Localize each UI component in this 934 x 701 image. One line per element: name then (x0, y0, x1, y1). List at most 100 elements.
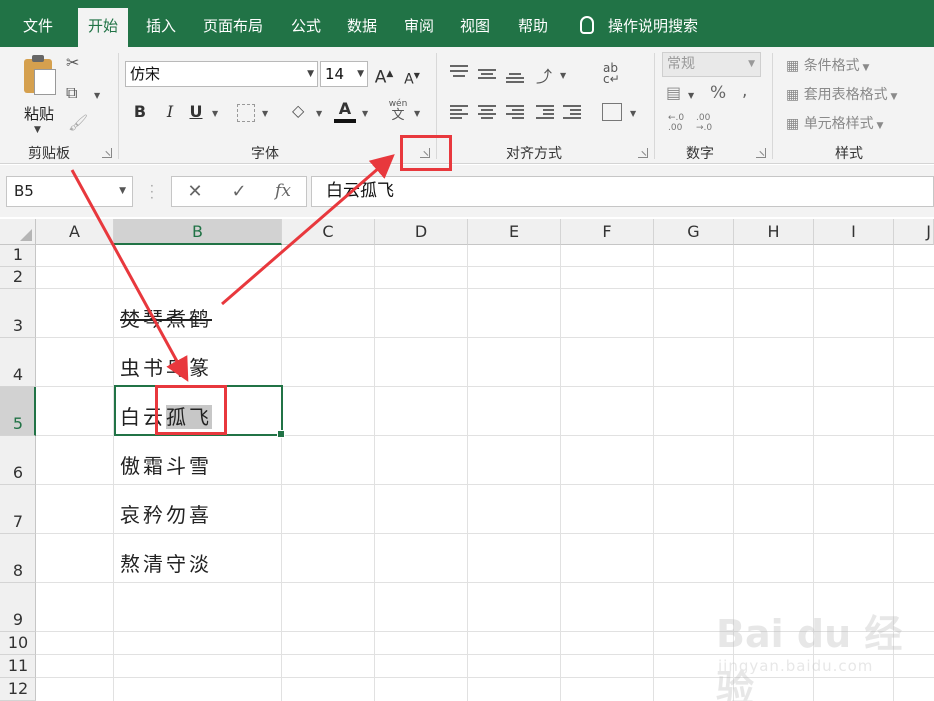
menu-bar: 文件 开始 插入 页面布局 公式 数据 审阅 视图 帮助 操作说明搜索 (0, 0, 934, 47)
row-header-10[interactable]: 10 (0, 632, 36, 655)
paste-button[interactable]: 粘贴 ▼ (14, 55, 64, 135)
row-header-7[interactable]: 7 (0, 485, 36, 534)
tab-page-layout[interactable]: 页面布局 (193, 0, 273, 47)
cell-b3[interactable]: 焚琴煮鹤 (120, 303, 212, 332)
chevron-down-icon[interactable]: ▼ (362, 109, 368, 118)
fill-color-icon[interactable]: ◇ (292, 101, 304, 120)
cut-icon[interactable]: ✂ (66, 53, 79, 72)
border-icon[interactable] (237, 104, 255, 122)
align-top-icon[interactable] (450, 65, 468, 79)
chevron-down-icon[interactable]: ▼ (94, 91, 100, 100)
insert-function-icon[interactable]: fx (268, 177, 298, 206)
wrap-text-icon[interactable]: ab c↵ (603, 62, 620, 85)
column-header-g[interactable]: G (654, 219, 734, 245)
cell-b8[interactable]: 熬清守淡 (120, 548, 212, 577)
cell-styles-button[interactable]: ▦ 单元格样式 ▼ (786, 113, 883, 133)
tell-me-search[interactable]: 操作说明搜索 (580, 0, 698, 47)
baidu-jingyan-watermark: Bai du 经验 jingyan.baidu.com (716, 612, 903, 701)
chevron-down-icon[interactable]: ▼ (560, 71, 566, 80)
font-size-combo[interactable]: 14 ▼ (320, 61, 368, 87)
column-header-h[interactable]: H (734, 219, 814, 245)
chevron-down-icon[interactable]: ▼ (357, 62, 364, 86)
row-header-3[interactable]: 3 (0, 289, 36, 338)
chevron-down-icon[interactable]: ▼ (748, 53, 755, 75)
row-header-11[interactable]: 11 (0, 655, 36, 678)
tab-formulas[interactable]: 公式 (281, 0, 331, 47)
column-header-f[interactable]: F (561, 219, 654, 245)
bold-button[interactable]: B (130, 100, 150, 124)
align-bottom-icon[interactable] (506, 69, 524, 83)
cell-style-icon: ▦ (786, 116, 804, 132)
row-header-2[interactable]: 2 (0, 267, 36, 289)
row-header-12[interactable]: 12 (0, 678, 36, 701)
increase-font-button[interactable]: A▲ (374, 62, 394, 88)
font-color-button[interactable]: A (334, 97, 356, 123)
format-as-table-button[interactable]: ▦ 套用表格格式 ▼ (786, 84, 897, 104)
decrease-indent-icon[interactable] (536, 105, 554, 119)
dialog-launcher-icon[interactable] (638, 148, 648, 158)
cell-b6[interactable]: 傲霜斗雪 (120, 450, 212, 479)
merge-center-icon[interactable] (602, 103, 622, 121)
comma-button[interactable]: , (742, 81, 747, 101)
row-header-1[interactable]: 1 (0, 245, 36, 267)
chevron-down-icon[interactable]: ▼ (688, 91, 694, 100)
increase-decimal-icon[interactable]: ←.0.00 (668, 113, 684, 133)
lightbulb-icon (580, 16, 594, 34)
chevron-down-icon[interactable]: ▼ (414, 109, 420, 118)
percent-button[interactable]: % (710, 83, 726, 103)
spreadsheet-grid: A B C D E F G H I J 1 2 3 4 5 6 7 8 9 10… (0, 219, 934, 701)
column-header-c[interactable]: C (282, 219, 375, 245)
select-all-button[interactable] (0, 219, 36, 245)
align-left-icon[interactable] (450, 105, 468, 119)
chevron-down-icon[interactable]: ▼ (212, 109, 218, 118)
row-header-9[interactable]: 9 (0, 583, 36, 632)
dialog-launcher-icon[interactable] (102, 148, 112, 158)
increase-indent-icon[interactable] (563, 105, 581, 119)
row-header-8[interactable]: 8 (0, 534, 36, 583)
column-header-a[interactable]: A (36, 219, 114, 245)
tab-insert[interactable]: 插入 (136, 0, 186, 47)
tab-review[interactable]: 审阅 (394, 0, 444, 47)
column-header-j[interactable]: J (894, 219, 934, 245)
column-header-i[interactable]: I (814, 219, 894, 245)
tab-home[interactable]: 开始 (78, 8, 128, 47)
name-box[interactable]: B5 ▼ (6, 176, 133, 207)
currency-icon[interactable]: ▤ (666, 83, 681, 102)
dialog-launcher-icon[interactable] (756, 148, 766, 158)
align-right-icon[interactable] (506, 105, 524, 119)
italic-button[interactable]: I (160, 100, 180, 124)
align-center-icon[interactable] (478, 105, 496, 119)
conditional-format-button[interactable]: ▦ 条件格式 ▼ (786, 55, 869, 75)
underline-button[interactable]: U (186, 100, 206, 124)
tab-file[interactable]: 文件 (12, 0, 64, 47)
enter-icon[interactable]: ✓ (224, 177, 254, 206)
number-format-combo[interactable]: 常规 ▼ (662, 52, 761, 77)
tab-data[interactable]: 数据 (336, 0, 388, 47)
row-header-5[interactable]: 5 (0, 387, 36, 436)
decrease-decimal-icon[interactable]: .00 →.0 (696, 113, 712, 133)
cancel-icon[interactable]: ✕ (180, 177, 210, 206)
cell-b7[interactable]: 哀矜勿喜 (120, 499, 212, 528)
row-header-6[interactable]: 6 (0, 436, 36, 485)
tab-view[interactable]: 视图 (450, 0, 500, 47)
column-header-b[interactable]: B (114, 219, 282, 245)
decrease-font-button[interactable]: A▼ (402, 64, 422, 88)
column-header-e[interactable]: E (468, 219, 561, 245)
align-middle-icon[interactable] (478, 67, 496, 81)
phonetic-guide-button[interactable]: wén 文 (386, 99, 410, 123)
table-icon: ▦ (786, 87, 804, 103)
format-painter-icon[interactable]: 🖌 (68, 113, 88, 132)
font-name-combo[interactable]: 仿宋 ▼ (125, 61, 318, 87)
chevron-down-icon[interactable]: ▼ (307, 62, 314, 86)
cell-b4[interactable]: 虫书鸟篆 (120, 352, 212, 381)
chevron-down-icon[interactable]: ▼ (119, 177, 126, 206)
chevron-down-icon[interactable]: ▼ (630, 109, 636, 118)
orientation-icon[interactable]: ⤴ (536, 63, 552, 87)
column-header-d[interactable]: D (375, 219, 468, 245)
chevron-down-icon[interactable]: ▼ (262, 109, 268, 118)
copy-icon[interactable]: ⧉ (66, 83, 77, 103)
chevron-down-icon[interactable]: ▼ (316, 109, 322, 118)
row-header-4[interactable]: 4 (0, 338, 36, 387)
tab-help[interactable]: 帮助 (507, 0, 559, 47)
formula-input[interactable]: 白云孤飞 (311, 176, 934, 207)
